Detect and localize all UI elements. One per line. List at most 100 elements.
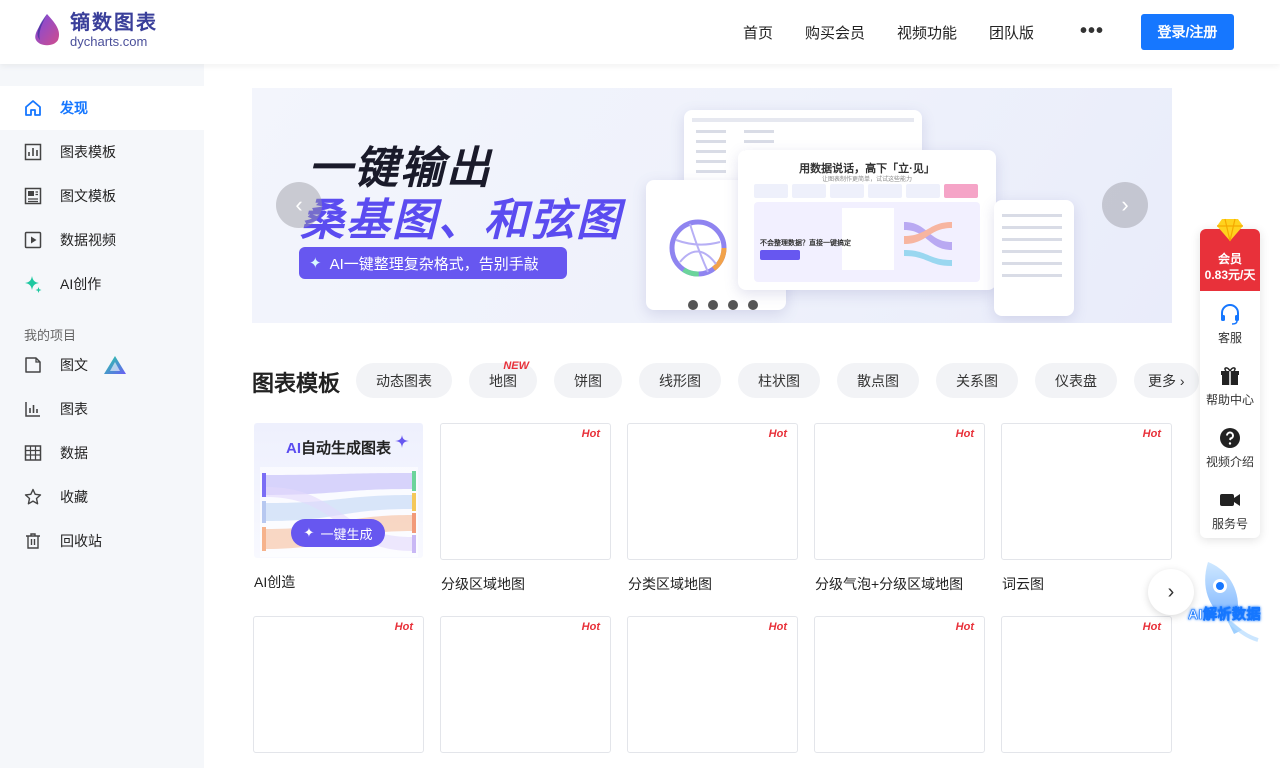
sparkle-icon: ✦ xyxy=(309,255,322,272)
headset-icon xyxy=(1221,304,1239,325)
sidebar-item-label: 发现 xyxy=(60,100,88,116)
more-menu-icon[interactable]: ••• xyxy=(1080,20,1104,43)
mock-side-table-graphic xyxy=(1002,214,1062,277)
promo-banner[interactable]: 一键输出 桑基图、和弦图 ✦ AI一键整理复杂格式，告别手敲 用数据说话，高下「… xyxy=(252,88,1172,323)
template-card[interactable]: Hot xyxy=(1001,423,1172,560)
ai-card-title-prefix: AI xyxy=(286,440,301,457)
question-icon xyxy=(1220,428,1240,448)
hot-badge: Hot xyxy=(581,621,600,633)
banner-dot-3[interactable] xyxy=(728,300,738,310)
my-projects-heading: 我的项目 xyxy=(24,328,77,343)
generate-button-label: 一键生成 xyxy=(320,526,373,542)
tag-dashboard[interactable]: 仪表盘 xyxy=(1035,363,1117,398)
nav-team[interactable]: 团队版 xyxy=(989,22,1034,43)
help-center-button[interactable]: 帮助中心 xyxy=(1200,365,1260,408)
gift-icon xyxy=(1221,367,1239,385)
logo-title: 镝数图表 xyxy=(70,10,158,34)
template-card[interactable]: Hot xyxy=(253,616,424,753)
sidebar-item-data-video[interactable]: 数据视频 xyxy=(0,218,204,262)
star-icon xyxy=(24,488,42,506)
one-click-generate-button[interactable]: ✦ 一键生成 xyxy=(291,519,385,547)
ai-analysis-label[interactable]: AI解析数据 xyxy=(1188,604,1261,624)
folder-icon xyxy=(24,356,42,374)
hot-badge: Hot xyxy=(955,428,974,440)
video-camera-icon xyxy=(1220,494,1240,506)
service-account-button[interactable]: 服务号 xyxy=(1200,489,1260,532)
sidebar-item-project-charts[interactable]: 图表 xyxy=(0,387,204,431)
banner-feature-pill: ✦ AI一键整理复杂格式，告别手敲 xyxy=(299,247,567,279)
mock-side-table xyxy=(994,200,1074,316)
template-card[interactable]: Hot xyxy=(814,616,985,753)
tag-label: 动态图表 xyxy=(376,372,432,389)
template-card[interactable]: Hot xyxy=(440,616,611,753)
new-badge: NEW xyxy=(503,360,529,372)
ai-generate-card[interactable]: AI自动生成图表 ✦ 一键生成 xyxy=(254,423,423,558)
sidebar-item-label: 回收站 xyxy=(60,533,102,549)
sidebar-item-project-favorites[interactable]: 收藏 xyxy=(0,475,204,519)
banner-dot-2[interactable] xyxy=(708,300,718,310)
template-card[interactable]: Hot xyxy=(1001,616,1172,753)
template-card[interactable]: Hot xyxy=(814,423,985,560)
template-card-label[interactable]: 分级区域地图 xyxy=(441,574,525,594)
logo[interactable]: 镝数图表 dycharts.com xyxy=(30,12,158,48)
diamond-icon xyxy=(1217,218,1243,242)
ai-card-title: AI自动生成图表 xyxy=(286,437,391,458)
sidebar-item-project-infographic[interactable]: 图文 xyxy=(0,343,204,387)
main-nav: 首页 购买会员 视频功能 团队版 xyxy=(743,22,1066,43)
banner-dot-1[interactable] xyxy=(688,300,698,310)
sidebar-item-chart-templates[interactable]: 图表模板 xyxy=(0,130,204,174)
tag-scatter[interactable]: 散点图 xyxy=(837,363,919,398)
sidebar-item-label: 图表 xyxy=(60,401,88,417)
infographic-template-icon xyxy=(24,187,42,205)
tag-relation[interactable]: 关系图 xyxy=(936,363,1018,398)
banner-subheadline: 桑基图、和弦图 xyxy=(300,196,622,245)
tag-more[interactable]: 更多 › xyxy=(1134,363,1199,398)
banner-next-button[interactable]: › xyxy=(1102,182,1148,228)
banner-dot-4[interactable] xyxy=(748,300,758,310)
tag-label: 散点图 xyxy=(857,372,899,389)
hot-badge: Hot xyxy=(581,428,600,440)
template-card[interactable]: Hot xyxy=(627,616,798,753)
tag-maps[interactable]: 地图 NEW xyxy=(469,360,537,398)
login-register-button[interactable]: 登录/注册 xyxy=(1141,14,1234,50)
customer-service-button[interactable]: 客服 xyxy=(1200,303,1260,346)
template-card-label[interactable]: 分级气泡+分级区域地图 xyxy=(815,574,963,594)
chart-templates-heading: 图表模板 xyxy=(252,371,341,396)
template-card[interactable]: Hot xyxy=(627,423,798,560)
tag-line[interactable]: 线形图 xyxy=(639,363,721,398)
hot-badge: Hot xyxy=(768,621,787,633)
sparkle-icon: ✦ xyxy=(303,525,315,540)
hot-badge: Hot xyxy=(394,621,413,633)
template-card-label[interactable]: 分类区域地图 xyxy=(628,574,712,594)
template-card[interactable]: Hot xyxy=(440,423,611,560)
sidebar-item-ai-create[interactable]: AI创作 xyxy=(0,262,204,306)
fp-item-label: 客服 xyxy=(1217,331,1242,345)
banner-pill-text: AI一键整理复杂格式，告别手敲 xyxy=(329,255,539,273)
floating-service-panel: 会员 0.83元/天 客服 帮助中心 视频介绍 服务号 xyxy=(1200,218,1260,538)
tag-dynamic-charts[interactable]: 动态图表 xyxy=(356,363,452,398)
sidebar-item-label: 图文 xyxy=(60,357,88,373)
nav-video-feature[interactable]: 视频功能 xyxy=(897,22,957,43)
sidebar-item-infographic-templates[interactable]: 图文模板 xyxy=(0,174,204,218)
tag-label: 柱状图 xyxy=(758,372,800,389)
tag-pie[interactable]: 饼图 xyxy=(554,363,622,398)
nav-home[interactable]: 首页 xyxy=(743,22,773,43)
sidebar-item-label: AI创作 xyxy=(60,276,102,292)
nav-buy-vip[interactable]: 购买会员 xyxy=(805,22,865,43)
ai-rocket-icon[interactable] xyxy=(1186,558,1276,644)
tag-label: 饼图 xyxy=(574,372,602,389)
sidebar-item-label: 图文模板 xyxy=(60,188,116,204)
video-intro-button[interactable]: 视频介绍 xyxy=(1200,427,1260,470)
sidebar-item-discover[interactable]: 发现 xyxy=(0,86,204,130)
ai-card-label[interactable]: AI创造 xyxy=(254,572,295,592)
sidebar-item-label: 图表模板 xyxy=(60,144,116,160)
category-tags: 动态图表 地图 NEW 饼图 线形图 柱状图 散点图 关系图 仪表盘 更多 › xyxy=(356,360,1199,398)
banner-prev-button[interactable]: ‹ xyxy=(276,182,322,228)
sidebar-item-project-trash[interactable]: 回收站 xyxy=(0,519,204,563)
template-card-label[interactable]: 词云图 xyxy=(1002,574,1044,594)
vip-promo[interactable]: 会员 0.83元/天 xyxy=(1200,218,1260,291)
sidebar-item-project-data[interactable]: 数据 xyxy=(0,431,204,475)
tag-label: 线形图 xyxy=(659,372,701,389)
tag-bar[interactable]: 柱状图 xyxy=(738,363,820,398)
tag-label: 仪表盘 xyxy=(1055,372,1097,389)
